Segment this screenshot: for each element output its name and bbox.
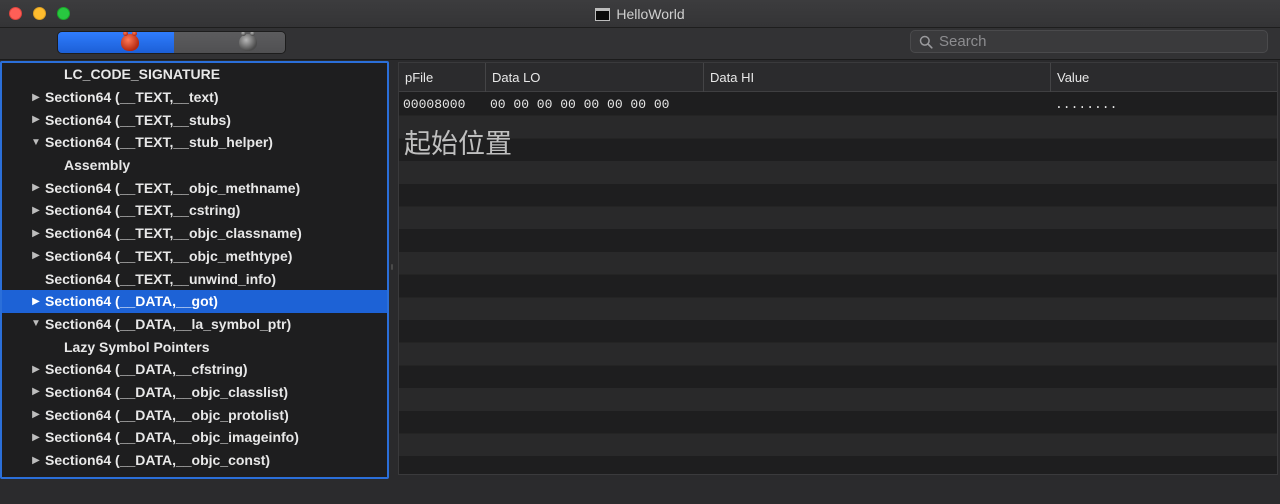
tree-item-label: Section64 (__DATA,__objc_imageinfo) bbox=[45, 429, 299, 446]
tree-item-label: Section64 (__DATA,__la_symbol_ptr) bbox=[45, 315, 292, 332]
disclosure-collapsed-icon[interactable]: ▶ bbox=[31, 432, 41, 443]
tree-item-label: Section64 (__TEXT,__objc_methtype) bbox=[45, 247, 293, 264]
tree-item[interactable]: ▶ Section64 (__DATA,__got) bbox=[2, 289, 387, 313]
disclosure-collapsed-icon[interactable]: ▶ bbox=[31, 205, 41, 216]
tree-item[interactable]: ▶ Section64 (__DATA,__objc_protolist) bbox=[2, 403, 387, 426]
tree-item[interactable]: ▼ Section64 (__TEXT,__stub_helper) bbox=[2, 131, 387, 154]
tree-item[interactable]: ▶ Section64 (__TEXT,__objc_methname) bbox=[2, 176, 387, 199]
tree-item[interactable]: Assembly bbox=[2, 154, 387, 177]
disclosure-collapsed-icon[interactable]: ▶ bbox=[31, 250, 41, 261]
column-header-pfile[interactable]: pFile bbox=[399, 63, 486, 92]
disclosure-collapsed-icon[interactable]: ▶ bbox=[31, 296, 41, 307]
window-title: HelloWorld bbox=[616, 6, 685, 22]
tree-item-label: Assembly bbox=[64, 157, 131, 174]
segment-rva-button[interactable] bbox=[174, 32, 285, 53]
table-row[interactable]: 00008000 00 00 00 00 00 00 00 00 .......… bbox=[399, 93, 1277, 116]
disclosure-collapsed-icon[interactable]: ▶ bbox=[31, 409, 41, 420]
tree-item[interactable]: Lazy Symbol Pointers bbox=[2, 335, 387, 358]
tree-item-label: Section64 (__TEXT,__objc_methname) bbox=[45, 179, 301, 196]
tree-item[interactable]: ▶ Section64 (__TEXT,__objc_methtype) bbox=[2, 245, 387, 268]
bottom-bar bbox=[0, 480, 1280, 504]
tree-item[interactable]: ▶ Section64 (__DATA,__objc_classlist) bbox=[2, 381, 387, 404]
column-header-data-lo[interactable]: Data LO bbox=[486, 63, 704, 92]
terminal-document-icon bbox=[595, 7, 611, 21]
search-field[interactable] bbox=[910, 30, 1268, 53]
data-table[interactable]: pFile Data LO Data HI Value 00008000 00 … bbox=[398, 62, 1278, 475]
tree-item-label: Section64 (__DATA,__cfstring) bbox=[45, 361, 248, 378]
tree-item-label: Section64 (__DATA,__objc_const) bbox=[45, 452, 271, 469]
title-bar: HelloWorld bbox=[0, 0, 1280, 28]
disclosure-collapsed-icon[interactable]: ▶ bbox=[31, 92, 41, 103]
tree-item-label: Section64 (__TEXT,__stubs) bbox=[45, 111, 231, 128]
toolbar bbox=[0, 28, 1280, 60]
tree-item-label: Section64 (__DATA,__objc_protolist) bbox=[45, 406, 289, 423]
tree-item-label: Section64 (__TEXT,__text) bbox=[45, 89, 219, 106]
cell-data-lo: 00 00 00 00 00 00 00 00 bbox=[490, 96, 670, 112]
split-view-divider[interactable] bbox=[389, 264, 395, 270]
tree-item[interactable]: ▶ Section64 (__TEXT,__text) bbox=[2, 86, 387, 109]
disclosure-expanded-icon[interactable]: ▼ bbox=[31, 318, 41, 329]
segment-raw-button[interactable] bbox=[58, 32, 174, 53]
cell-value: ........ bbox=[1055, 96, 1118, 112]
tree-item-label: Section64 (__TEXT,__unwind_info) bbox=[45, 270, 277, 287]
disclosure-collapsed-icon[interactable]: ▶ bbox=[31, 114, 41, 125]
tree-item-label: Lazy Symbol Pointers bbox=[64, 338, 210, 355]
tree-item[interactable]: ▶ Section64 (__DATA,__cfstring) bbox=[2, 358, 387, 381]
view-mode-segmented-control[interactable] bbox=[57, 31, 286, 54]
load-commands-outline[interactable]: LC_CODE_SIGNATURE ▶ Section64 (__TEXT,__te… bbox=[0, 61, 389, 479]
tree-item[interactable]: Section64 (__TEXT,__unwind_info) bbox=[2, 267, 387, 290]
tree-item[interactable]: ▶ Section64 (__TEXT,__stubs) bbox=[2, 108, 387, 131]
column-header-data-hi[interactable]: Data HI bbox=[704, 63, 1051, 92]
tree-item[interactable]: ▶ Section64 (__DATA,__objc_imageinfo) bbox=[2, 426, 387, 449]
tree-item-label: Section64 (__TEXT,__cstring) bbox=[45, 202, 241, 219]
tree-item[interactable]: ▼ Section64 (__DATA,__la_symbol_ptr) bbox=[2, 313, 387, 336]
tree-item[interactable]: ▶ Section64 (__TEXT,__objc_classname) bbox=[2, 222, 387, 245]
search-input[interactable] bbox=[939, 33, 1259, 50]
column-header-value[interactable]: Value bbox=[1051, 63, 1277, 92]
tree-item[interactable]: ▶ Section64 (__TEXT,__cstring) bbox=[2, 199, 387, 222]
start-position-annotation: 起始位置 bbox=[404, 129, 512, 160]
tree-item[interactable]: LC_CODE_SIGNATURE bbox=[2, 63, 387, 86]
disclosure-collapsed-icon[interactable]: ▶ bbox=[31, 386, 41, 397]
disclosure-expanded-icon[interactable]: ▼ bbox=[31, 137, 41, 148]
tree-item-label: Section64 (__TEXT,__objc_classname) bbox=[45, 225, 302, 242]
disclosure-collapsed-icon[interactable]: ▶ bbox=[31, 364, 41, 375]
tree-item-label: Section64 (__DATA,__objc_classlist) bbox=[45, 383, 289, 400]
tree-item-label: LC_CODE_SIGNATURE bbox=[64, 66, 221, 83]
table-body: 00008000 00 00 00 00 00 00 00 00 .......… bbox=[399, 93, 1277, 474]
disclosure-collapsed-icon[interactable]: ▶ bbox=[31, 182, 41, 193]
disclosure-collapsed-icon[interactable]: ▶ bbox=[31, 455, 41, 466]
window-title-group: HelloWorld bbox=[0, 0, 1280, 28]
tree-item-label: Section64 (__TEXT,__stub_helper) bbox=[45, 134, 273, 151]
tree-item-label: Section64 (__DATA,__got) bbox=[45, 293, 218, 310]
gray-bug-icon bbox=[238, 32, 257, 51]
table-header: pFile Data LO Data HI Value bbox=[399, 63, 1277, 92]
disclosure-collapsed-icon[interactable]: ▶ bbox=[31, 228, 41, 239]
search-icon bbox=[919, 35, 933, 49]
tree-item[interactable]: ▶ Section64 (__DATA,__objc_const) bbox=[2, 449, 387, 472]
cell-pfile: 00008000 bbox=[403, 96, 466, 112]
red-bug-icon bbox=[121, 32, 139, 51]
